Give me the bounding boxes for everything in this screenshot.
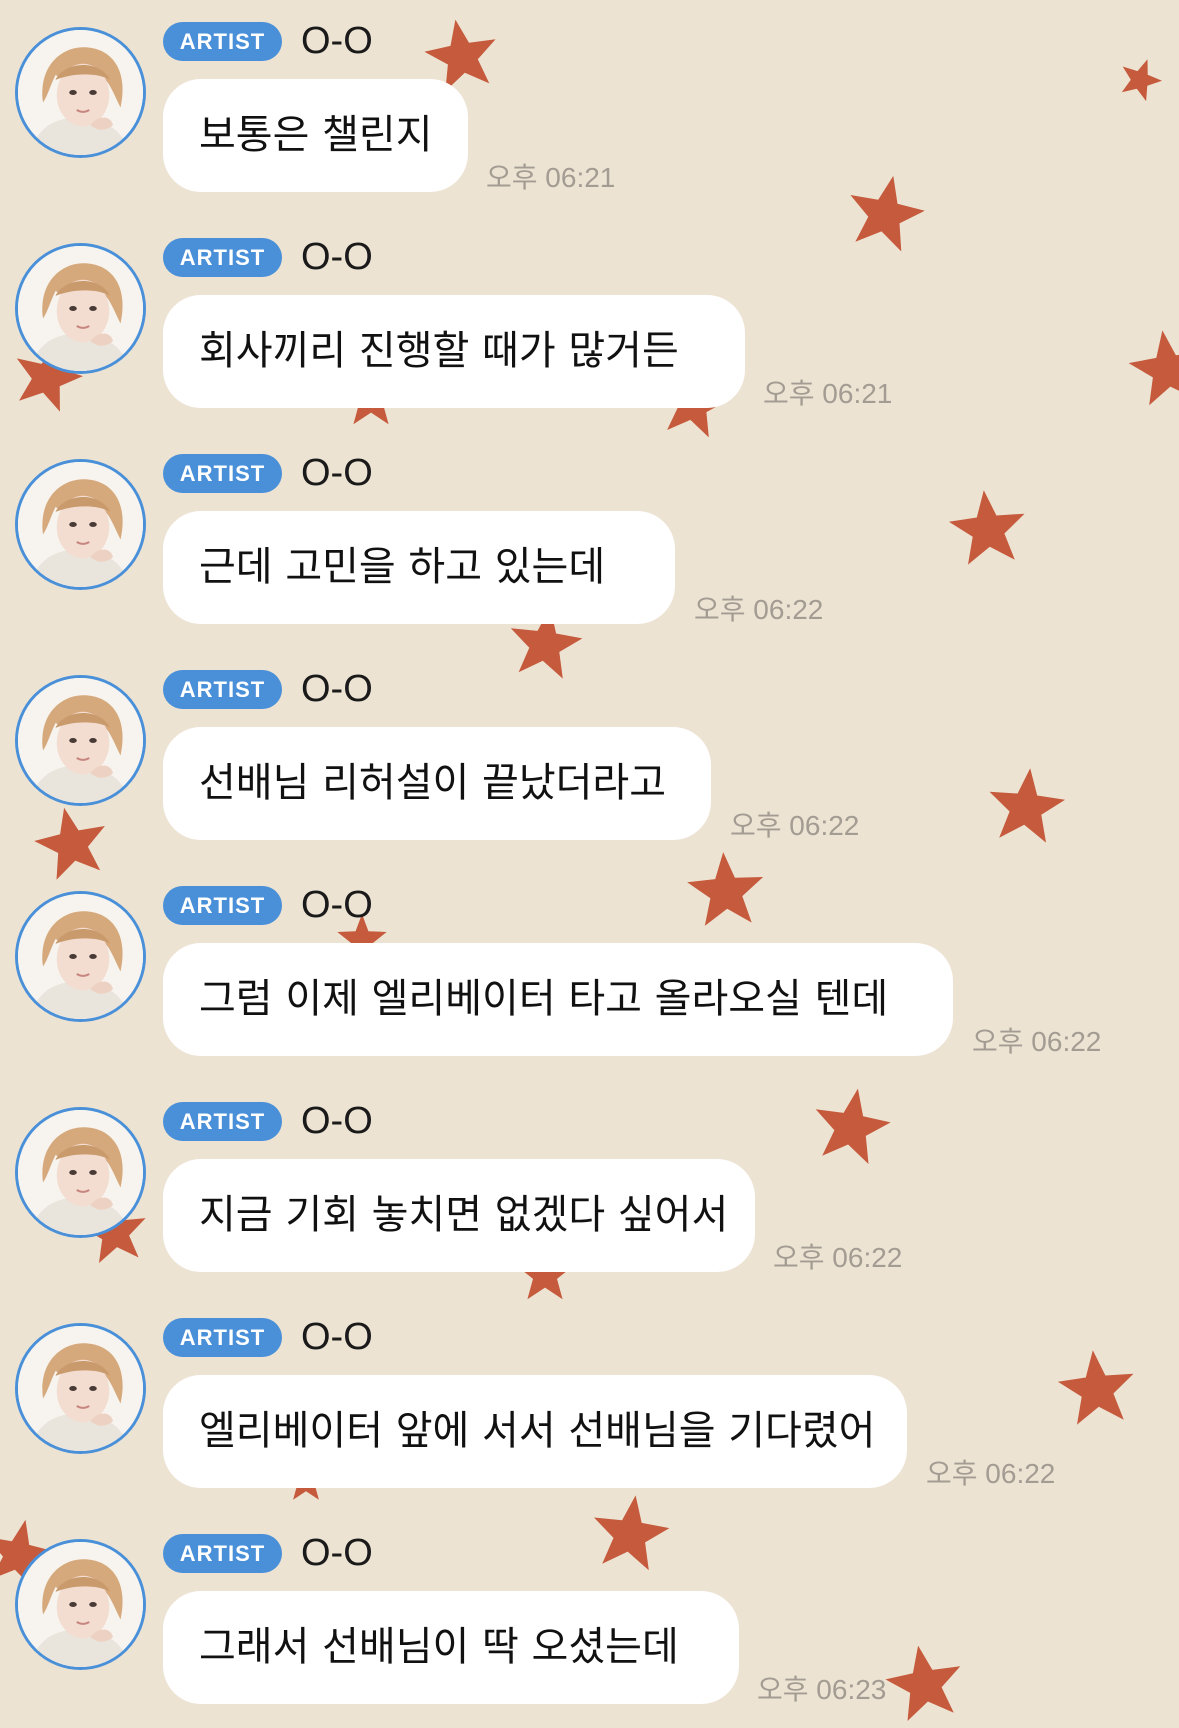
message-row: ARTIST O-O 지금 기회 놓치면 없겠다 싶어서 오후 06:22 bbox=[0, 1080, 1179, 1296]
sender-name[interactable]: O-O bbox=[301, 882, 373, 928]
message-bubble[interactable]: 그럼 이제 엘리베이터 타고 올라오실 텐데 bbox=[163, 943, 953, 1056]
artist-badge: ARTIST bbox=[163, 1534, 282, 1573]
message-time: 오후 06:21 bbox=[486, 162, 616, 193]
avatar[interactable] bbox=[15, 27, 146, 158]
message-row: ARTIST O-O 그래서 선배님이 딱 오셨는데 오후 06:23 bbox=[0, 1512, 1179, 1728]
avatar[interactable] bbox=[15, 891, 146, 1022]
avatar[interactable] bbox=[15, 1107, 146, 1238]
message-time: 오후 06:22 bbox=[926, 1458, 1056, 1489]
message-bubble[interactable]: 근데 고민을 하고 있는데 bbox=[163, 511, 675, 624]
artist-badge: ARTIST bbox=[163, 22, 282, 61]
artist-badge: ARTIST bbox=[163, 1318, 282, 1357]
sender-name[interactable]: O-O bbox=[301, 1314, 373, 1360]
sender-name[interactable]: O-O bbox=[301, 1098, 373, 1144]
message-row: ARTIST O-O 엘리베이터 앞에 서서 선배님을 기다렸어 오후 06:2… bbox=[0, 1296, 1179, 1512]
sender-name[interactable]: O-O bbox=[301, 234, 373, 280]
message-row: ARTIST O-O 선배님 리허설이 끝났더라고 오후 06:22 bbox=[0, 648, 1179, 864]
avatar[interactable] bbox=[15, 459, 146, 590]
sender-name[interactable]: O-O bbox=[301, 18, 373, 64]
message-bubble[interactable]: 회사끼리 진행할 때가 많거든 bbox=[163, 295, 745, 408]
message-bubble[interactable]: 엘리베이터 앞에 서서 선배님을 기다렸어 bbox=[163, 1375, 907, 1488]
message-row: ARTIST O-O 그럼 이제 엘리베이터 타고 올라오실 텐데 오후 06:… bbox=[0, 864, 1179, 1080]
avatar[interactable] bbox=[15, 243, 146, 374]
message-time: 오후 06:23 bbox=[757, 1674, 887, 1705]
avatar[interactable] bbox=[15, 675, 146, 806]
message-time: 오후 06:22 bbox=[694, 594, 824, 625]
sender-name[interactable]: O-O bbox=[301, 450, 373, 496]
message-bubble[interactable]: 그래서 선배님이 딱 오셨는데 bbox=[163, 1591, 739, 1704]
message-row: ARTIST O-O 회사끼리 진행할 때가 많거든 오후 06:21 bbox=[0, 216, 1179, 432]
message-row: ARTIST O-O 보통은 챌린지 오후 06:21 bbox=[0, 0, 1179, 216]
message-time: 오후 06:22 bbox=[972, 1026, 1102, 1057]
artist-badge: ARTIST bbox=[163, 670, 282, 709]
message-time: 오후 06:22 bbox=[730, 810, 860, 841]
message-time: 오후 06:22 bbox=[773, 1242, 903, 1273]
avatar[interactable] bbox=[15, 1323, 146, 1454]
avatar[interactable] bbox=[15, 1539, 146, 1670]
artist-badge: ARTIST bbox=[163, 886, 282, 925]
message-bubble[interactable]: 보통은 챌린지 bbox=[163, 79, 468, 192]
artist-badge: ARTIST bbox=[163, 454, 282, 493]
message-bubble[interactable]: 선배님 리허설이 끝났더라고 bbox=[163, 727, 711, 840]
message-bubble[interactable]: 지금 기회 놓치면 없겠다 싶어서 bbox=[163, 1159, 755, 1272]
message-row: ARTIST O-O 근데 고민을 하고 있는데 오후 06:22 bbox=[0, 432, 1179, 648]
artist-badge: ARTIST bbox=[163, 238, 282, 277]
sender-name[interactable]: O-O bbox=[301, 1530, 373, 1576]
sender-name[interactable]: O-O bbox=[301, 666, 373, 712]
artist-badge: ARTIST bbox=[163, 1102, 282, 1141]
message-time: 오후 06:21 bbox=[763, 378, 893, 409]
chat-message-list[interactable]: ARTIST O-O 보통은 챌린지 오후 06:21 ARTIST O-O 회… bbox=[0, 0, 1179, 1726]
